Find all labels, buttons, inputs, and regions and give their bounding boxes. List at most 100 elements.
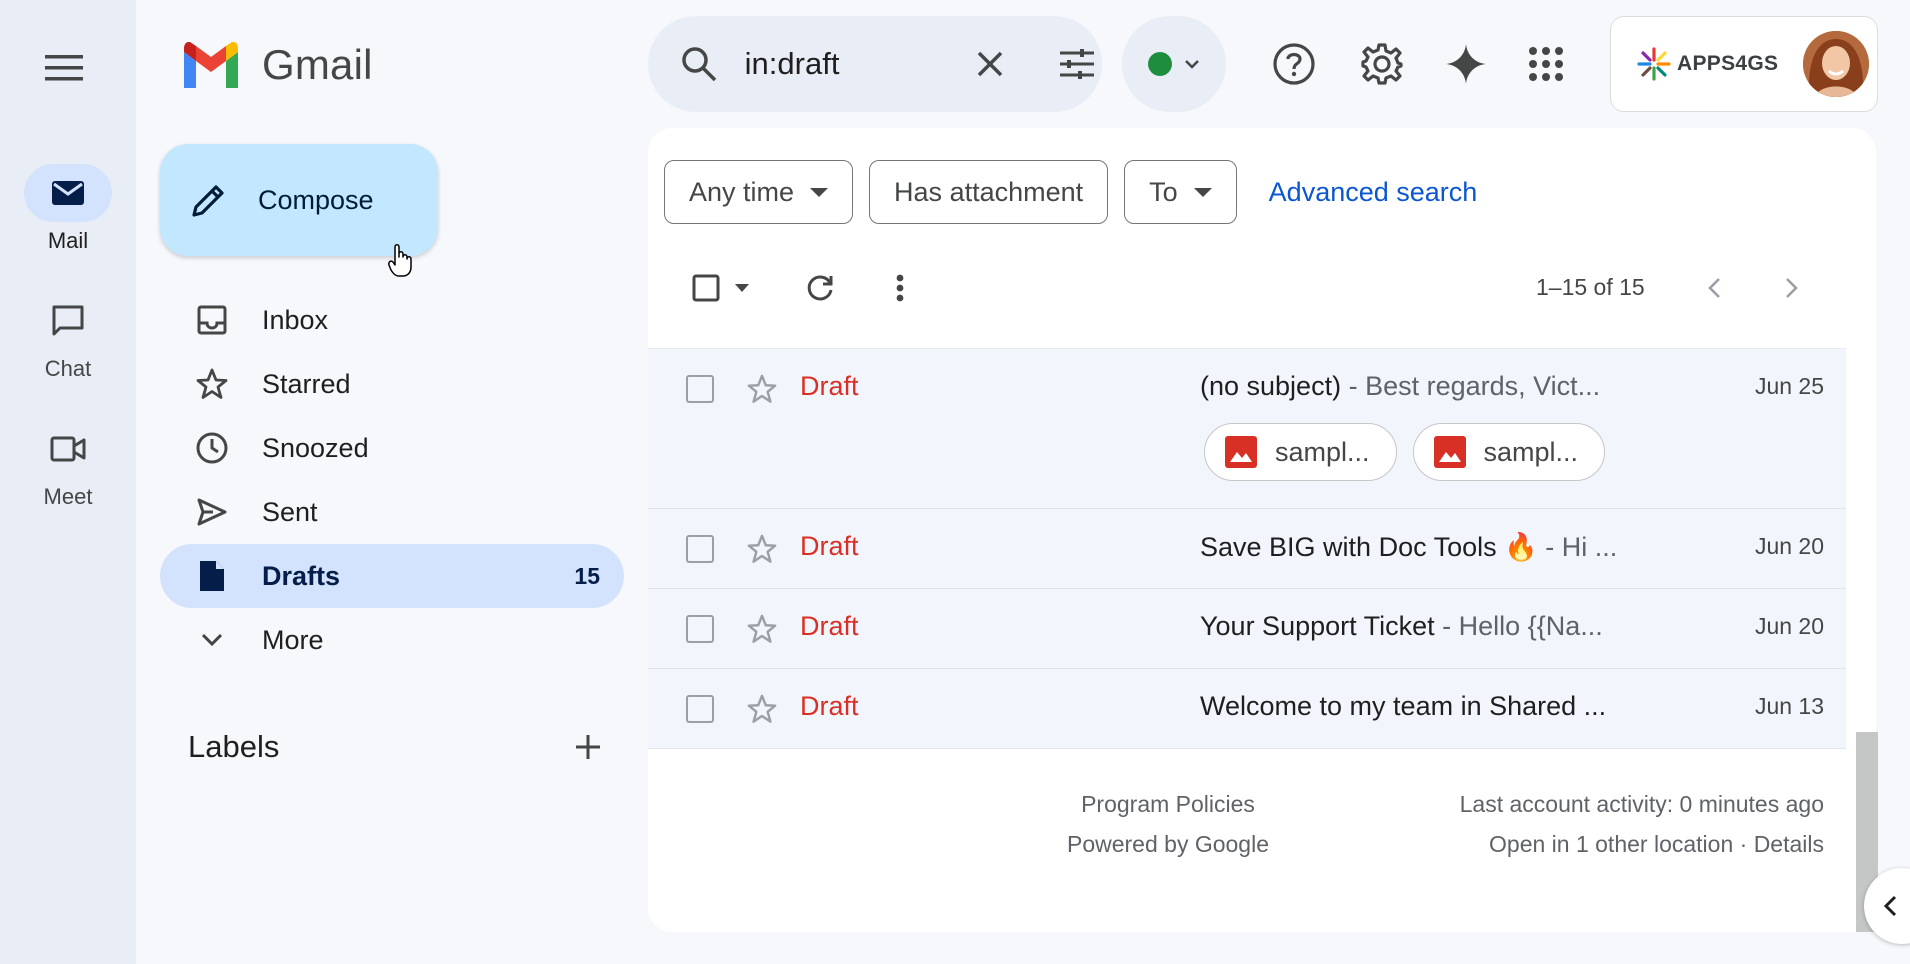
to-chip[interactable]: To [1124,160,1237,224]
nav-label: More [262,624,324,655]
snippet-text: - Best regards, Vict... [1341,371,1601,401]
chip-label: To [1149,176,1178,207]
attachment-name: sampl... [1275,436,1370,467]
email-row[interactable]: Draft Save BIG with Doc Tools 🔥 - Hi ...… [648,509,1846,589]
row-sender: Draft [800,691,859,721]
program-policies-link[interactable]: Program Policies [1048,784,1288,824]
gmail-logo[interactable]: Gmail [180,40,373,90]
row-sender: Draft [800,371,859,401]
star-button[interactable] [744,531,780,567]
attachment-chip[interactable]: sampl... [1204,423,1397,481]
any-time-chip[interactable]: Any time [664,160,854,224]
status-button[interactable] [1122,16,1226,112]
rail-item-chat[interactable]: Chat [0,292,136,382]
last-activity-text: Last account activity: 0 minutes ago [1459,791,1824,817]
apps-button[interactable] [1520,38,1572,90]
compose-label: Compose [258,184,374,215]
select-all-checkbox[interactable] [684,264,758,312]
send-icon [194,494,230,530]
nav-item-drafts[interactable]: Drafts 15 [160,544,624,608]
folder-nav: Inbox Starred Snoozed Sent Drafts 15 Mor… [160,288,624,672]
active-status-dot [1148,52,1172,76]
dropdown-arrow-icon [1193,187,1212,197]
nav-item-inbox[interactable]: Inbox [160,288,624,352]
plus-icon [576,735,600,759]
star-button[interactable] [744,371,780,407]
main-menu-button[interactable] [44,48,84,88]
rail-item-mail[interactable]: Mail [0,164,136,254]
create-label-button[interactable] [568,727,608,767]
list-toolbar: 1–15 of 15 [648,248,1876,328]
email-row[interactable]: Draft (no subject) - Best regards, Vict.… [648,349,1846,509]
row-subject: Welcome to my team in Shared ... [1200,691,1640,722]
mail-icon [52,181,84,205]
details-link[interactable]: Details [1754,831,1824,857]
dropdown-arrow-icon [810,187,829,197]
checkbox-icon [692,274,720,302]
chip-label: Any time [689,176,795,207]
search-button[interactable] [674,38,725,90]
more-options-button[interactable] [876,264,924,312]
row-subject: Save BIG with Doc Tools 🔥 - Hi ... [1200,531,1640,563]
row-date: Jun 20 [1754,533,1824,559]
row-checkbox[interactable] [686,695,714,723]
snippet-text: - Hi ... [1537,532,1618,562]
rail-label: Chat [44,356,92,381]
clock-icon [194,430,230,466]
nav-item-sent[interactable]: Sent [160,480,624,544]
search-chips: Any time Has attachment To Advanced sear… [664,160,1477,224]
powered-by-text: Powered by Google [1066,831,1269,857]
star-icon [747,374,777,403]
newer-button[interactable] [1690,264,1738,312]
row-checkbox[interactable] [686,615,714,643]
settings-button[interactable] [1356,38,1408,90]
image-file-icon [1225,436,1257,468]
app-rail: Mail Chat Meet [0,0,136,964]
gemini-button[interactable] [1440,38,1492,90]
nav-label: Inbox [262,304,329,335]
clear-search-button[interactable] [965,38,1016,90]
nav-item-more[interactable]: More [160,608,624,672]
star-icon [747,534,777,563]
row-sender: Draft [800,531,859,561]
gmail-m-icon [184,42,238,88]
help-icon [1273,43,1315,85]
subject-text: (no subject) [1200,371,1342,401]
search-input[interactable] [744,46,945,82]
nav-item-snoozed[interactable]: Snoozed [160,416,624,480]
hand-cursor-icon [388,244,412,277]
other-location-text: Open in 1 other location [1489,831,1734,857]
snippet-text: - Hello {{Na... [1434,611,1603,641]
compose-button[interactable]: Compose [160,144,438,256]
row-checkbox[interactable] [686,535,714,563]
separator-dot: · [1733,831,1754,857]
rail-label: Meet [43,484,93,509]
search-options-button[interactable] [1051,38,1102,90]
nav-item-starred[interactable]: Starred [160,352,624,416]
email-row[interactable]: Draft Your Support Ticket - Hello {{Na..… [648,589,1846,669]
star-icon [194,366,230,402]
row-date: Jun 25 [1754,373,1824,399]
attachment-chip[interactable]: sampl... [1412,423,1606,481]
star-button[interactable] [744,611,780,647]
menu-icon [45,55,83,81]
rail-pill [24,292,112,350]
row-sender: Draft [800,611,859,641]
has-attachment-chip[interactable]: Has attachment [869,160,1109,224]
row-checkbox[interactable] [686,375,714,403]
subject-text: Welcome to my team in Shared ... [1200,691,1607,721]
advanced-search-link[interactable]: Advanced search [1269,177,1478,208]
rail-label: Mail [47,228,89,253]
image-file-icon [1433,436,1466,468]
email-row[interactable]: Draft Welcome to my team in Shared ... J… [648,669,1846,749]
star-button[interactable] [744,691,780,727]
account-button[interactable]: APPS4GS [1610,16,1878,112]
footer-activity: Last account activity: 0 minutes ago Ope… [1444,784,1824,864]
star-icon [747,614,777,643]
chevron-down-icon [194,622,230,658]
rail-item-meet[interactable]: Meet [0,420,136,510]
refresh-button[interactable] [796,264,844,312]
older-button[interactable] [1768,264,1816,312]
support-button[interactable] [1268,38,1320,90]
search-icon [682,47,717,82]
